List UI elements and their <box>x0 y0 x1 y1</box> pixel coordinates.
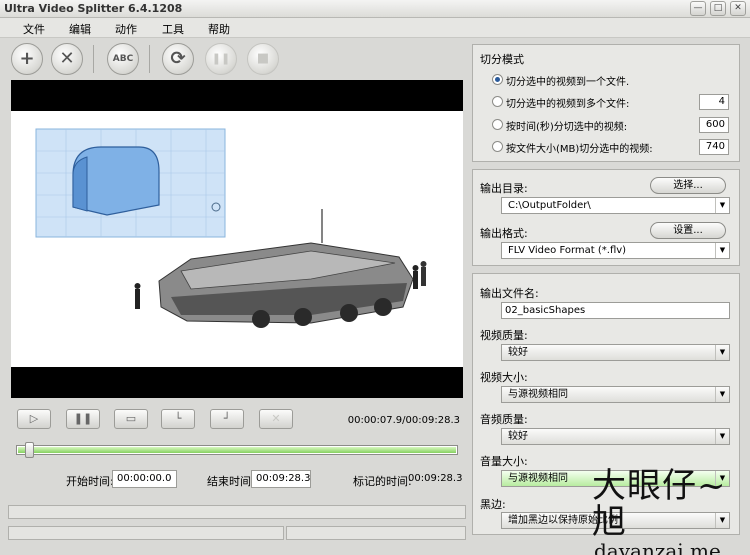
rename-button[interactable]: ABC <box>107 43 139 75</box>
end-time-label: 结束时间: <box>207 475 255 488</box>
split-by-size-radio[interactable] <box>492 141 503 152</box>
add-icon[interactable]: + <box>11 43 43 75</box>
marked-time-label: 标记的时间: <box>353 475 412 488</box>
split-one-file-radio[interactable] <box>492 74 503 85</box>
video-scene <box>35 128 427 328</box>
video-size-value: 与源视频相同 <box>508 389 568 400</box>
toolbar: + ✕ ABC ⟳ ❚❚ ■ <box>0 38 470 80</box>
menu-edit[interactable]: 编辑 <box>69 21 91 37</box>
video-size-combo[interactable]: 与源视频相同 ▼ <box>501 386 730 403</box>
dropdown-arrow-icon[interactable]: ▼ <box>715 198 729 213</box>
watermark-url: dayanzai.me <box>594 539 721 555</box>
output-dir-label: 输出目录: <box>480 182 528 195</box>
select-dir-button[interactable]: 选择... <box>650 177 726 194</box>
split-mode-panel: 切分模式 切分选中的视频到一个文件. 切分选中的视频到多个文件: 4 按时间(秒… <box>472 44 740 162</box>
split-seconds-field[interactable]: 600 <box>699 117 729 133</box>
menu-tools[interactable]: 工具 <box>162 21 184 37</box>
border-label: 黑边: <box>480 498 506 511</box>
output-panel: 输出目录: 选择... C:\OutputFolder\ ▼ 输出格式: 设置..… <box>472 169 740 266</box>
audio-quality-label: 音频质量: <box>480 413 528 426</box>
video-frame <box>11 111 463 367</box>
video-size-label: 视频大小: <box>480 371 528 384</box>
status-bar-left <box>8 526 284 540</box>
output-filename-field[interactable]: 02_basicShapes <box>501 302 730 319</box>
minimize-button[interactable]: — <box>690 1 706 16</box>
dropdown-arrow-icon[interactable]: ▼ <box>715 387 729 402</box>
status-bar-right <box>286 526 466 540</box>
pause-icon[interactable]: ❚❚ <box>66 409 100 429</box>
remove-icon[interactable]: ✕ <box>51 43 83 75</box>
video-quality-label: 视频质量: <box>480 329 528 342</box>
menu-action[interactable]: 动作 <box>115 21 137 37</box>
menu-file[interactable]: 文件 <box>23 21 45 37</box>
window-title: Ultra Video Splitter 6.4.1208 <box>4 2 183 15</box>
split-size-field[interactable]: 740 <box>699 139 729 155</box>
marked-time-value: 00:09:28.3 <box>408 473 463 484</box>
end-time-field[interactable]: 00:09:28.3 <box>251 470 311 488</box>
menu-help[interactable]: 帮助 <box>208 21 230 37</box>
start-time-field[interactable]: 00:00:00.0 <box>112 470 177 488</box>
stop-icon[interactable]: ■ <box>247 43 279 75</box>
output-dir-combo[interactable]: C:\OutputFolder\ ▼ <box>501 197 730 214</box>
video-quality-value: 较好 <box>508 347 528 358</box>
watermark: 大眼仔~旭 dayanzai.me <box>592 468 750 555</box>
toolbar-separator <box>93 45 94 73</box>
seek-bar-fill <box>18 447 456 453</box>
volume-value: 与源视频相同 <box>508 473 568 484</box>
title-bar: Ultra Video Splitter 6.4.1208 — □ ✕ <box>0 0 750 18</box>
playback-panel: ▷ ❚❚ ▭ └ ┘ ✕ 00:00:07.9/00:09:28.3 开始时间:… <box>8 405 466 493</box>
output-dir-value: C:\OutputFolder\ <box>508 200 591 211</box>
audio-quality-value: 较好 <box>508 431 528 442</box>
toolbar-separator <box>149 45 150 73</box>
split-multi-files-radio[interactable] <box>492 96 503 107</box>
seek-bar[interactable] <box>16 442 458 458</box>
split-by-time-radio[interactable] <box>492 119 503 130</box>
volume-label: 音量大小: <box>480 455 528 468</box>
close-button[interactable]: ✕ <box>730 1 746 16</box>
split-multi-files-label: 切分选中的视频到多个文件: <box>506 99 630 110</box>
split-count-field[interactable]: 4 <box>699 94 729 110</box>
output-format-combo[interactable]: FLV Video Format (*.flv) ▼ <box>501 242 730 259</box>
seek-thumb[interactable] <box>25 442 34 458</box>
stop-icon[interactable]: ▭ <box>114 409 148 429</box>
output-format-label: 输出格式: <box>480 227 528 240</box>
split-mode-title: 切分模式 <box>480 53 524 66</box>
format-settings-button[interactable]: 设置... <box>650 222 726 239</box>
status-bar <box>8 505 466 519</box>
audio-quality-combo[interactable]: 较好 ▼ <box>501 428 730 445</box>
play-icon[interactable]: ▷ <box>17 409 51 429</box>
video-preview[interactable] <box>11 80 463 398</box>
refresh-icon[interactable]: ⟳ <box>162 43 194 75</box>
maximize-button[interactable]: □ <box>710 1 726 16</box>
timecode: 00:00:07.9/00:09:28.3 <box>347 415 460 426</box>
dropdown-arrow-icon[interactable]: ▼ <box>715 345 729 360</box>
split-by-size-label: 按文件大小(MB)切分选中的视频: <box>506 144 653 155</box>
output-filename-label: 输出文件名: <box>480 287 539 300</box>
dropdown-arrow-icon[interactable]: ▼ <box>715 243 729 258</box>
output-format-value: FLV Video Format (*.flv) <box>508 245 627 256</box>
split-one-file-label: 切分选中的视频到一个文件. <box>506 77 630 88</box>
video-quality-combo[interactable]: 较好 ▼ <box>501 344 730 361</box>
watermark-cn: 大眼仔~旭 <box>592 466 727 542</box>
clear-marks-icon[interactable]: ✕ <box>259 409 293 429</box>
mark-start-icon[interactable]: └ <box>161 409 195 429</box>
dropdown-arrow-icon[interactable]: ▼ <box>715 429 729 444</box>
menu-bar: 文件 编辑 动作 工具 帮助 <box>0 18 750 38</box>
start-time-label: 开始时间: <box>66 475 114 488</box>
split-by-time-label: 按时间(秒)分切选中的视频: <box>506 122 628 133</box>
mark-end-icon[interactable]: ┘ <box>210 409 244 429</box>
pause-icon[interactable]: ❚❚ <box>205 43 237 75</box>
